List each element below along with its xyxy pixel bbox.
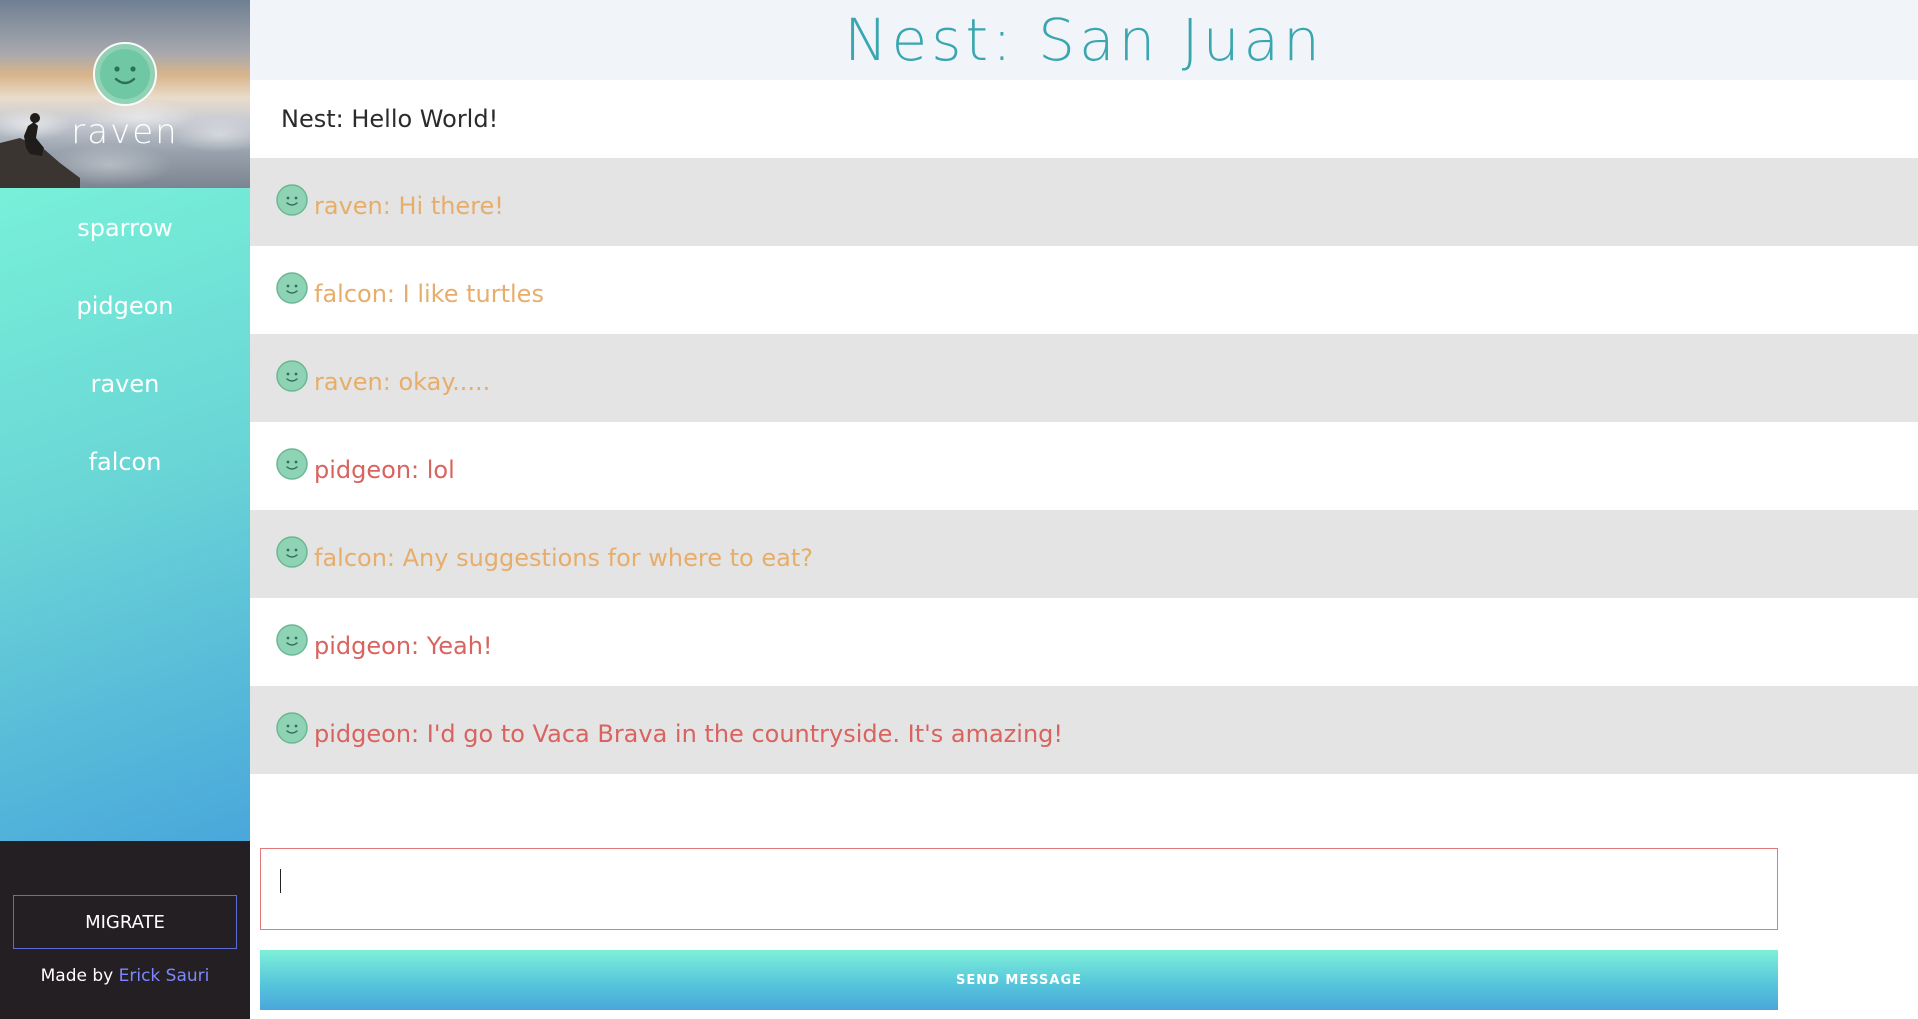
message-row: pidgeon: lol — [250, 422, 1918, 510]
message-row: pidgeon: Yeah! — [250, 598, 1918, 686]
text-caret — [280, 869, 281, 893]
system-message: Nest: Hello World! — [250, 80, 1918, 158]
sidebar: raven sparrow pidgeon raven falcon MIGRA… — [0, 0, 250, 1019]
message-composer — [260, 848, 1778, 930]
profile-name: raven — [71, 112, 179, 152]
app-root: raven sparrow pidgeon raven falcon MIGRA… — [0, 0, 1918, 1019]
credits: Made by Erick Sauri — [0, 966, 250, 986]
message-text: raven: okay..... — [314, 368, 491, 396]
smiley-face-icon — [276, 184, 308, 216]
nav-item-falcon[interactable]: falcon — [0, 444, 250, 522]
smiley-face-icon — [276, 448, 308, 480]
chat-main: Nest: San Juan Nest: Hello World! raven:… — [250, 0, 1918, 1019]
migrate-button[interactable]: MIGRATE — [13, 895, 237, 949]
message-text: pidgeon: Yeah! — [314, 632, 493, 660]
message-text: raven: Hi there! — [314, 192, 504, 220]
message-row: raven: Hi there! — [250, 158, 1918, 246]
profile-banner: raven — [0, 0, 250, 188]
message-input[interactable] — [261, 849, 1777, 929]
message-text: pidgeon: lol — [314, 456, 455, 484]
message-row: falcon: Any suggestions for where to eat… — [250, 510, 1918, 598]
nav-item-sparrow[interactable]: sparrow — [0, 210, 250, 288]
message-row: pidgeon: I'd go to Vaca Brava in the cou… — [250, 686, 1918, 774]
smiley-face-icon — [276, 360, 308, 392]
message-row: falcon: I like turtles — [250, 246, 1918, 334]
page-title: Nest: San Juan — [250, 0, 1918, 80]
sidebar-footer: MIGRATE Made by Erick Sauri — [0, 841, 250, 1019]
nav-item-pidgeon[interactable]: pidgeon — [0, 288, 250, 366]
smiley-face-icon — [276, 536, 308, 568]
message-text: pidgeon: I'd go to Vaca Brava in the cou… — [314, 720, 1064, 748]
author-link[interactable]: Erick Sauri — [119, 966, 210, 986]
nav-item-raven[interactable]: raven — [0, 366, 250, 444]
message-list: raven: Hi there! falcon: I like turtles ra… — [250, 158, 1918, 774]
smiley-face-icon — [276, 624, 308, 656]
send-message-button[interactable]: SEND MESSAGE — [260, 950, 1778, 1010]
smiley-face-icon[interactable] — [92, 41, 158, 107]
friend-nav: sparrow pidgeon raven falcon — [0, 188, 250, 841]
smiley-face-icon — [276, 712, 308, 744]
message-text: falcon: I like turtles — [314, 280, 544, 308]
message-text: falcon: Any suggestions for where to eat… — [314, 544, 813, 572]
smiley-face-icon — [276, 272, 308, 304]
message-row: raven: okay..... — [250, 334, 1918, 422]
credits-prefix: Made by — [40, 966, 114, 986]
